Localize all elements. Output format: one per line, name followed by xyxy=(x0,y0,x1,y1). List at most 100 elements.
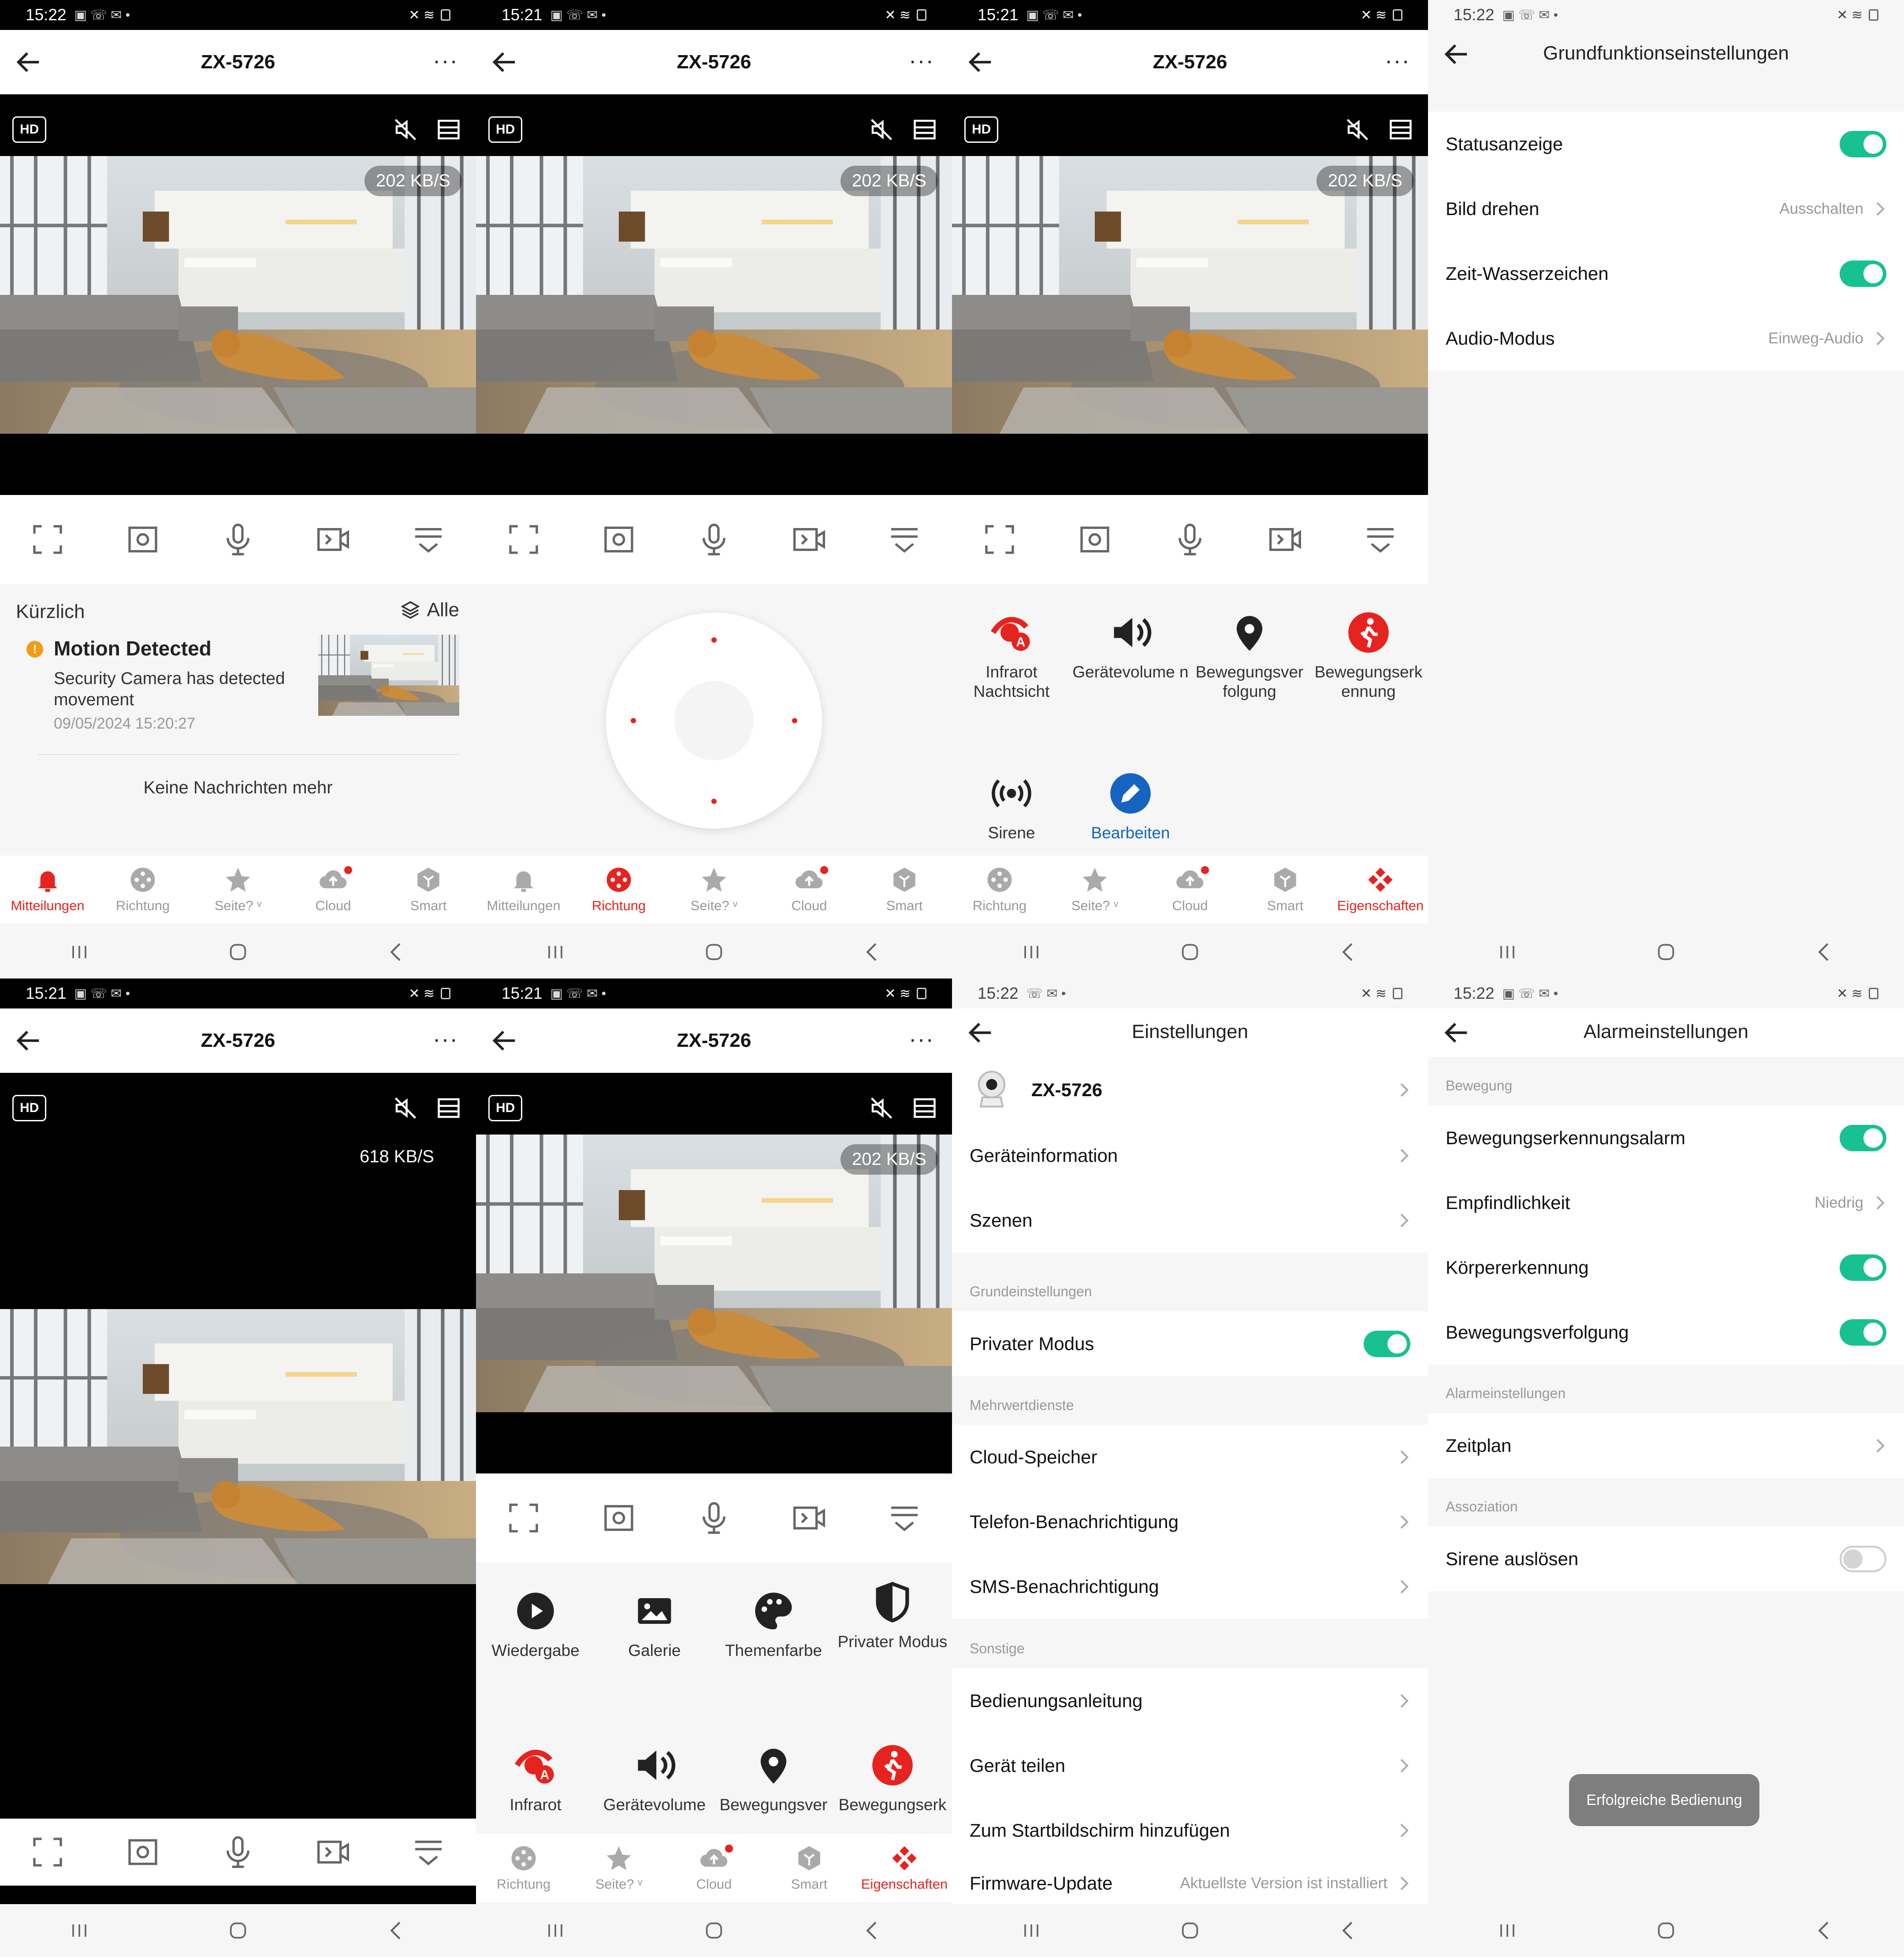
fullscreen-icon[interactable] xyxy=(982,522,1017,557)
nav-back-icon[interactable] xyxy=(1336,940,1361,964)
recent-apps-icon[interactable] xyxy=(1495,1918,1520,1943)
back-arrow-icon[interactable] xyxy=(489,1025,520,1056)
feature-infrared[interactable]: Infrarot Nachtsicht xyxy=(952,610,1071,701)
video-player[interactable]: HD 202 KB/S xyxy=(0,94,476,495)
feature-motion-tracking[interactable]: Bewegungsver folgung xyxy=(1190,610,1309,701)
motion-tracking-toggle[interactable] xyxy=(1840,1319,1886,1346)
video-player[interactable]: HD 618 KB/S xyxy=(0,1073,476,1912)
tab-smart[interactable]: Smart xyxy=(858,865,951,914)
feature-volume[interactable]: Gerätevolume xyxy=(595,1743,714,1815)
video-player[interactable]: HD 202 KB/S xyxy=(476,94,952,495)
home-icon[interactable] xyxy=(1654,940,1678,964)
tab-notifications[interactable]: Mitteilungen xyxy=(1,865,94,914)
event-thumbnail[interactable] xyxy=(318,635,459,716)
sms-notification-row[interactable]: SMS-Benachrichtigung xyxy=(952,1554,1428,1619)
record-icon[interactable] xyxy=(792,522,827,557)
motion-alarm-toggle[interactable] xyxy=(1840,1124,1886,1151)
tab-direction[interactable]: Richtung xyxy=(573,865,665,914)
tab-page[interactable]: Seite? ᵛ xyxy=(668,865,760,914)
device-row[interactable]: ZX-5726 xyxy=(952,1057,1428,1123)
layout-icon[interactable] xyxy=(435,1095,462,1121)
hd-badge[interactable]: HD xyxy=(488,1095,523,1121)
home-icon[interactable] xyxy=(702,940,726,964)
schedule-row[interactable]: Zeitplan xyxy=(1428,1413,1904,1478)
tab-direction[interactable]: Richtung xyxy=(477,1844,570,1892)
recent-apps-icon[interactable] xyxy=(67,1918,92,1943)
feature-private-mode[interactable]: Privater Modus xyxy=(833,1580,952,1652)
ptz-joystick[interactable] xyxy=(606,613,822,829)
nav-back-icon[interactable] xyxy=(1812,1918,1837,1943)
menu-collapse-icon[interactable] xyxy=(887,1500,922,1536)
hd-badge[interactable]: HD xyxy=(488,116,523,143)
tab-page[interactable]: Seite? ᵛ xyxy=(192,865,284,914)
menu-expand-icon[interactable] xyxy=(411,1834,446,1870)
sensitivity-row[interactable]: Empfindlichkeit Niedrig xyxy=(1428,1170,1904,1235)
tab-cloud[interactable]: Cloud xyxy=(763,865,855,914)
microphone-icon[interactable] xyxy=(696,1500,732,1536)
tab-notifications[interactable]: Mitteilungen xyxy=(477,865,570,914)
time-watermark-toggle[interactable] xyxy=(1840,260,1886,287)
feature-motion-tracking[interactable]: Bewegungsver xyxy=(714,1743,833,1815)
more-options-icon[interactable]: ··· xyxy=(909,48,934,74)
nav-back-icon[interactable] xyxy=(384,1918,409,1943)
tab-page[interactable]: Seite? ᵛ xyxy=(1049,865,1141,914)
layout-icon[interactable] xyxy=(911,116,938,143)
feature-edit[interactable]: Bearbeiten xyxy=(1071,771,1190,843)
fullscreen-icon[interactable] xyxy=(506,1500,541,1536)
more-options-icon[interactable]: ··· xyxy=(433,48,458,74)
home-icon[interactable] xyxy=(226,940,250,964)
nav-back-icon[interactable] xyxy=(1336,1918,1361,1943)
tab-properties[interactable]: Eigenschaften xyxy=(858,1844,951,1892)
mute-icon[interactable] xyxy=(868,116,895,143)
tab-direction[interactable]: Richtung xyxy=(953,865,1046,914)
tab-page[interactable]: Seite? ᵛ xyxy=(573,1844,665,1892)
layout-icon[interactable] xyxy=(435,116,462,143)
snapshot-icon[interactable] xyxy=(601,522,636,557)
feature-motion-detection[interactable]: Bewegungserk ennung xyxy=(1309,610,1428,701)
ptz-left[interactable] xyxy=(631,718,636,723)
ptz-up[interactable] xyxy=(711,637,717,643)
feature-volume[interactable]: Gerätevolume n xyxy=(1071,610,1190,682)
ptz-down[interactable] xyxy=(711,799,717,804)
home-icon[interactable] xyxy=(1654,1918,1678,1943)
fullscreen-icon[interactable] xyxy=(506,522,541,557)
record-icon[interactable] xyxy=(1268,522,1303,557)
private-mode-toggle[interactable] xyxy=(1364,1330,1410,1357)
more-options-icon[interactable]: ··· xyxy=(1385,48,1410,74)
status-led-toggle[interactable] xyxy=(1840,130,1886,157)
mute-icon[interactable] xyxy=(868,1095,895,1121)
siren-trigger-toggle[interactable] xyxy=(1840,1545,1886,1572)
microphone-icon[interactable] xyxy=(220,1834,256,1870)
device-info-row[interactable]: Geräteinformation xyxy=(952,1123,1428,1188)
menu-collapse-icon[interactable] xyxy=(887,522,922,557)
nav-back-icon[interactable] xyxy=(860,1918,885,1943)
back-arrow-icon[interactable] xyxy=(489,47,520,78)
snapshot-icon[interactable] xyxy=(601,1500,636,1536)
snapshot-icon[interactable] xyxy=(125,522,160,557)
back-arrow-icon[interactable] xyxy=(13,1025,44,1056)
tab-smart[interactable]: Smart xyxy=(1239,865,1331,914)
ptz-right[interactable] xyxy=(792,718,797,723)
snapshot-icon[interactable] xyxy=(1077,522,1112,557)
feature-playback[interactable]: Wiedergabe xyxy=(476,1589,595,1660)
more-options-icon[interactable]: ··· xyxy=(909,1026,934,1053)
tab-smart[interactable]: Smart xyxy=(763,1844,855,1892)
home-icon[interactable] xyxy=(1178,940,1202,964)
manual-row[interactable]: Bedienungsanleitung xyxy=(952,1668,1428,1733)
tab-cloud[interactable]: Cloud xyxy=(668,1844,760,1892)
tab-cloud[interactable]: Cloud xyxy=(287,865,379,914)
feature-motion-detection[interactable]: Bewegungserk xyxy=(833,1743,952,1815)
record-icon[interactable] xyxy=(792,1500,827,1536)
rotate-image-row[interactable]: Bild drehen Ausschalten xyxy=(1428,176,1904,241)
layout-icon[interactable] xyxy=(1387,116,1414,143)
recent-apps-icon[interactable] xyxy=(67,940,92,964)
home-icon[interactable] xyxy=(1178,1918,1202,1943)
recent-apps-icon[interactable] xyxy=(543,940,568,964)
home-icon[interactable] xyxy=(702,1918,726,1943)
back-arrow-icon[interactable] xyxy=(965,47,996,78)
mute-icon[interactable] xyxy=(1344,116,1371,143)
nav-back-icon[interactable] xyxy=(860,940,885,964)
feature-siren[interactable]: Sirene xyxy=(952,771,1071,843)
phone-notification-row[interactable]: Telefon-Benachrichtigung xyxy=(952,1489,1428,1554)
microphone-icon[interactable] xyxy=(1172,522,1208,557)
